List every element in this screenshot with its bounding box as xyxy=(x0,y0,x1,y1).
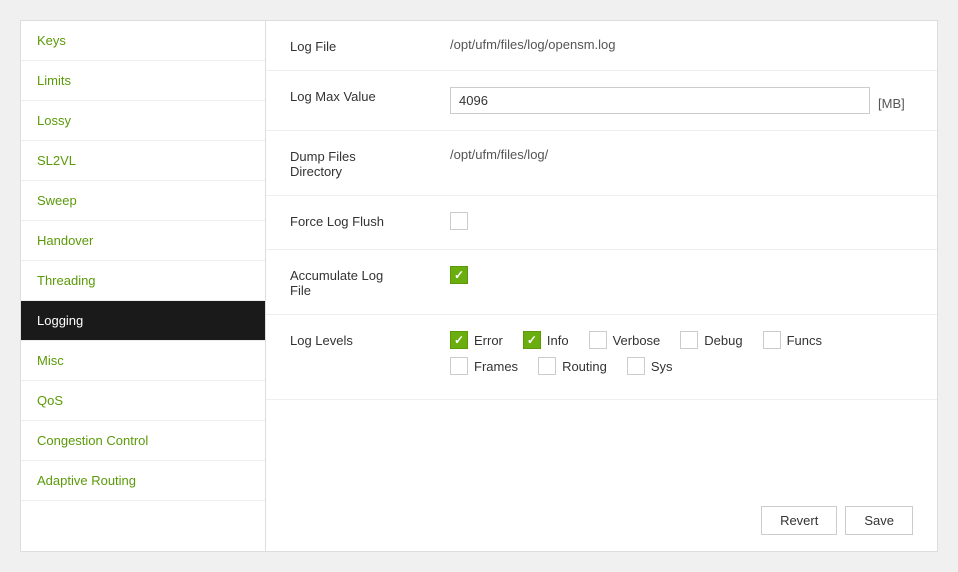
dump-files-label: Dump FilesDirectory xyxy=(290,147,450,179)
level-label-routing: Routing xyxy=(562,359,607,374)
level-label-debug: Debug xyxy=(704,333,742,348)
save-button[interactable]: Save xyxy=(845,506,913,535)
force-log-flush-row: Force Log Flush xyxy=(266,196,937,250)
sidebar-item-misc[interactable]: Misc xyxy=(21,341,265,381)
sidebar-item-qos[interactable]: QoS xyxy=(21,381,265,421)
sidebar-item-lossy[interactable]: Lossy xyxy=(21,101,265,141)
level-label-sys: Sys xyxy=(651,359,673,374)
level-checkbox-funcs[interactable] xyxy=(763,331,781,349)
sidebar-item-keys[interactable]: Keys xyxy=(21,21,265,61)
level-label-error: Error xyxy=(474,333,503,348)
level-checkbox-frames[interactable] xyxy=(450,357,468,375)
level-checkbox-info[interactable] xyxy=(523,331,541,349)
dump-files-row: Dump FilesDirectory /opt/ufm/files/log/ xyxy=(266,131,937,196)
level-label-frames: Frames xyxy=(474,359,518,374)
sidebar-item-limits[interactable]: Limits xyxy=(21,61,265,101)
log-max-value-field: [MB] xyxy=(450,87,913,114)
log-max-value-label: Log Max Value xyxy=(290,87,450,104)
sidebar-item-sweep[interactable]: Sweep xyxy=(21,181,265,221)
level-label-info: Info xyxy=(547,333,569,348)
level-item-verbose: Verbose xyxy=(589,331,661,349)
main-inner: Log File /opt/ufm/files/log/opensm.log L… xyxy=(266,21,937,551)
level-item-routing: Routing xyxy=(538,357,607,375)
outer-container: KeysLimitsLossySL2VLSweepHandoverThreadi… xyxy=(0,0,958,572)
accumulate-log-checkbox[interactable] xyxy=(450,266,468,284)
accumulate-log-row: Accumulate LogFile xyxy=(266,250,937,315)
sidebar-item-congestion-control[interactable]: Congestion Control xyxy=(21,421,265,461)
sidebar-item-logging[interactable]: Logging xyxy=(21,301,265,341)
revert-button[interactable]: Revert xyxy=(761,506,837,535)
dump-files-value: /opt/ufm/files/log/ xyxy=(450,147,913,162)
log-levels-value: Error Info Verbose Debug Funcs Frames Routing S… xyxy=(450,331,913,383)
main-content: Log File /opt/ufm/files/log/opensm.log L… xyxy=(266,21,937,551)
footer-buttons: Revert Save xyxy=(266,490,937,551)
log-max-value-input-row: [MB] xyxy=(450,87,913,114)
level-checkbox-verbose[interactable] xyxy=(589,331,607,349)
log-file-label: Log File xyxy=(290,37,450,54)
log-levels-row: Log Levels Error Info Verbose Debug Funcs Fra… xyxy=(266,315,937,400)
sidebar-item-handover[interactable]: Handover xyxy=(21,221,265,261)
level-item-info: Info xyxy=(523,331,569,349)
level-checkbox-error[interactable] xyxy=(450,331,468,349)
accumulate-log-label: Accumulate LogFile xyxy=(290,266,450,298)
sidebar-item-sl2vl[interactable]: SL2VL xyxy=(21,141,265,181)
log-file-row: Log File /opt/ufm/files/log/opensm.log xyxy=(266,21,937,71)
log-levels-label: Log Levels xyxy=(290,331,450,348)
log-max-value-row: Log Max Value [MB] xyxy=(266,71,937,131)
sidebar-item-threading[interactable]: Threading xyxy=(21,261,265,301)
level-item-funcs: Funcs xyxy=(763,331,822,349)
level-label-verbose: Verbose xyxy=(613,333,661,348)
log-max-unit: [MB] xyxy=(878,90,905,111)
level-checkbox-routing[interactable] xyxy=(538,357,556,375)
log-levels-container: Error Info Verbose Debug Funcs Frames Routing S… xyxy=(450,331,913,383)
level-checkbox-debug[interactable] xyxy=(680,331,698,349)
force-log-flush-checkbox[interactable] xyxy=(450,212,468,230)
level-item-debug: Debug xyxy=(680,331,742,349)
accumulate-log-value xyxy=(450,266,913,284)
force-log-flush-label: Force Log Flush xyxy=(290,212,450,229)
level-item-frames: Frames xyxy=(450,357,518,375)
level-checkbox-sys[interactable] xyxy=(627,357,645,375)
main-container: KeysLimitsLossySL2VLSweepHandoverThreadi… xyxy=(20,20,938,552)
force-log-flush-value xyxy=(450,212,913,233)
log-file-value: /opt/ufm/files/log/opensm.log xyxy=(450,37,913,52)
level-item-sys: Sys xyxy=(627,357,673,375)
level-label-funcs: Funcs xyxy=(787,333,822,348)
sidebar-item-adaptive-routing[interactable]: Adaptive Routing xyxy=(21,461,265,501)
sidebar: KeysLimitsLossySL2VLSweepHandoverThreadi… xyxy=(21,21,266,551)
log-max-value-input[interactable] xyxy=(450,87,870,114)
level-item-error: Error xyxy=(450,331,503,349)
